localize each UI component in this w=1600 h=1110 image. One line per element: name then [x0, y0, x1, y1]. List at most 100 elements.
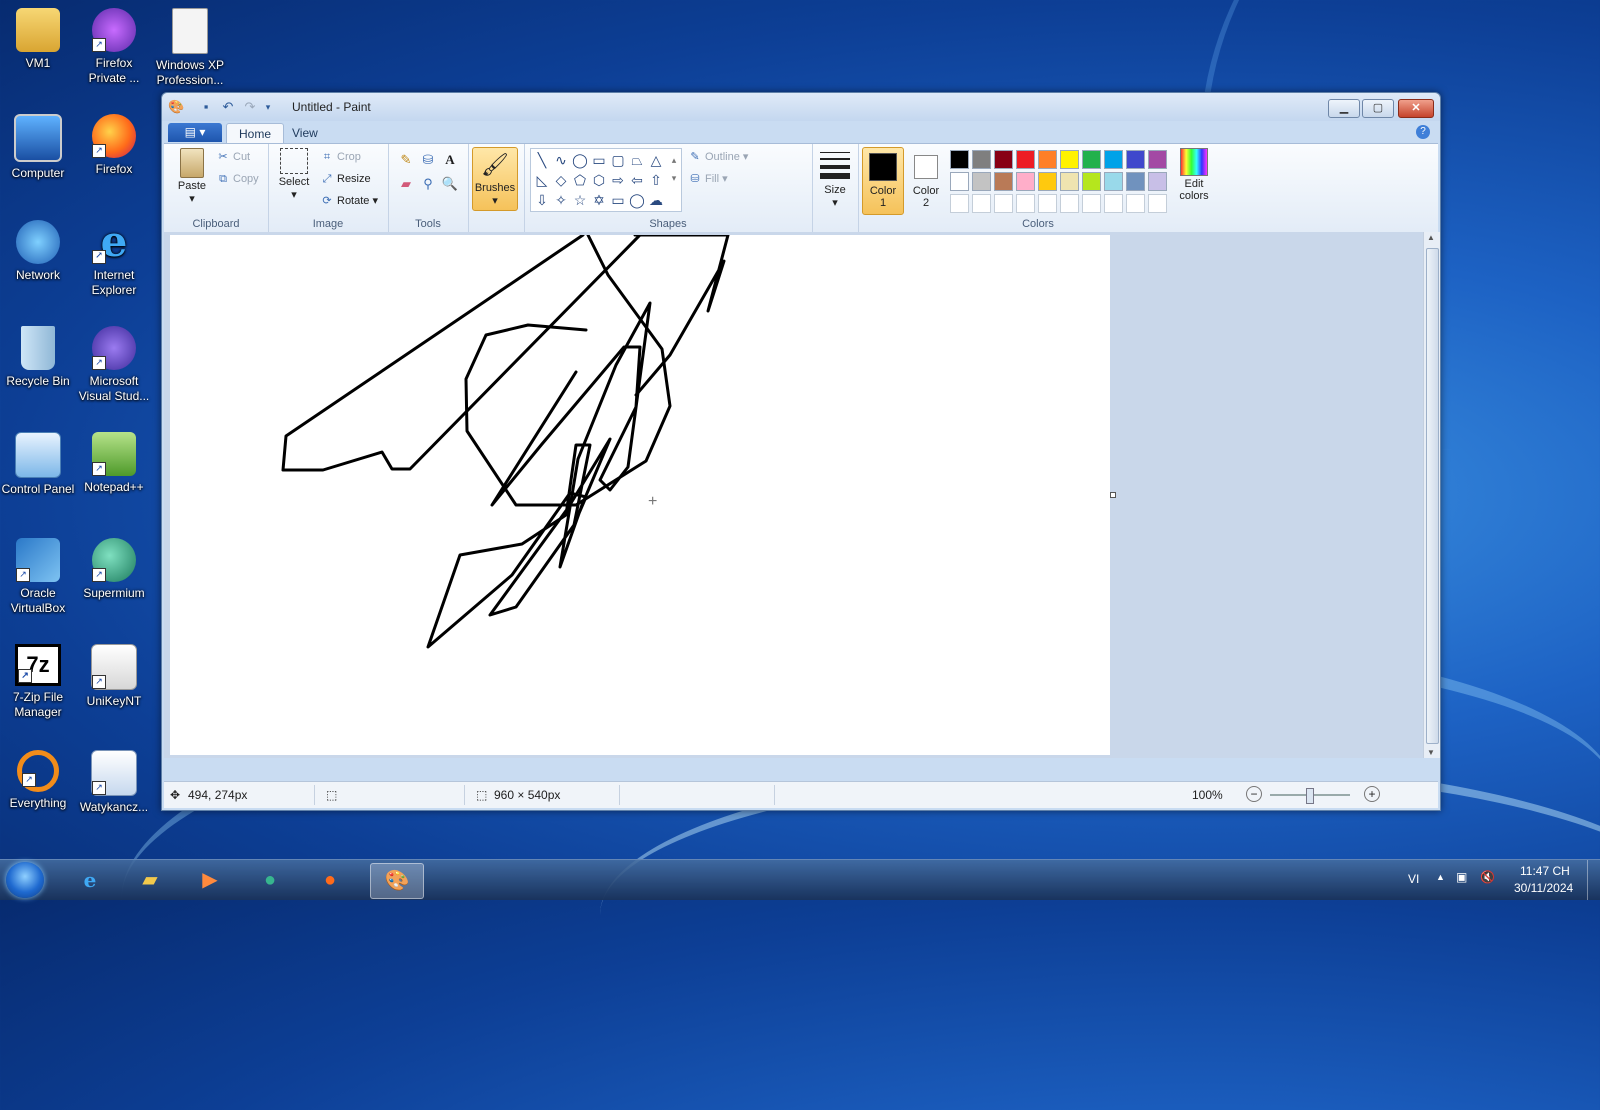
- eraser-icon[interactable]: ▰: [396, 174, 416, 194]
- paint-app-icon[interactable]: 🎨: [168, 99, 184, 115]
- paint-menu-button[interactable]: ▤ ▾: [168, 123, 222, 142]
- tab-view[interactable]: View: [280, 123, 330, 143]
- clock-time[interactable]: 11:47 CH: [1520, 864, 1570, 878]
- palette-swatch[interactable]: [1060, 172, 1079, 191]
- vertical-scrollbar[interactable]: ▲ ▼: [1423, 232, 1440, 758]
- taskbar-media-player[interactable]: ▶: [184, 863, 236, 897]
- customize-quick-access-icon[interactable]: ▾: [260, 99, 276, 115]
- triangle-shape-icon[interactable]: △: [647, 151, 665, 169]
- custom-color-slot[interactable]: [1038, 194, 1057, 213]
- up-arrow-shape-icon[interactable]: ⇧: [647, 171, 665, 189]
- language-indicator[interactable]: VI: [1408, 872, 1419, 886]
- select-button[interactable]: Select ▾: [274, 148, 314, 201]
- rounded-rectangle-shape-icon[interactable]: ▢: [609, 151, 627, 169]
- diamond-shape-icon[interactable]: ◇: [552, 171, 570, 189]
- zoom-in-icon[interactable]: +: [1364, 786, 1380, 802]
- cloud-callout-shape-icon[interactable]: ☁: [647, 191, 665, 209]
- oval-shape-icon[interactable]: ◯: [571, 151, 589, 169]
- left-arrow-shape-icon[interactable]: ⇦: [628, 171, 646, 189]
- palette-swatch[interactable]: [1148, 150, 1167, 169]
- custom-color-slot[interactable]: [1148, 194, 1167, 213]
- network-tray-icon[interactable]: ▣: [1456, 870, 1467, 884]
- custom-color-slot[interactable]: [1082, 194, 1101, 213]
- custom-color-slot[interactable]: [972, 194, 991, 213]
- hexagon-shape-icon[interactable]: ⬡: [590, 171, 608, 189]
- scroll-down-icon[interactable]: ▼: [1427, 748, 1435, 757]
- text-tool-icon[interactable]: A: [440, 150, 460, 170]
- magnifier-icon[interactable]: 🔍: [440, 174, 460, 194]
- palette-swatch[interactable]: [1038, 150, 1057, 169]
- desktop-icon-control-panel[interactable]: Control Panel: [0, 432, 76, 497]
- desktop-icon-vm1[interactable]: VM1: [0, 8, 76, 71]
- clock-date[interactable]: 30/11/2024: [1514, 881, 1573, 895]
- rounded-callout-shape-icon[interactable]: ▭: [609, 191, 627, 209]
- right-triangle-shape-icon[interactable]: ◺: [533, 171, 551, 189]
- taskbar-file-explorer[interactable]: ▰: [124, 863, 176, 897]
- desktop-icon-supermium[interactable]: ↗ Supermium: [76, 538, 152, 601]
- copy-button[interactable]: ⧉ Copy: [216, 170, 259, 188]
- tab-home[interactable]: Home: [226, 123, 285, 144]
- down-arrow-shape-icon[interactable]: ⇩: [533, 191, 551, 209]
- custom-color-slot[interactable]: [994, 194, 1013, 213]
- right-arrow-shape-icon[interactable]: ⇨: [609, 171, 627, 189]
- undo-icon[interactable]: ↶: [220, 99, 236, 115]
- paste-button[interactable]: Paste ▾: [172, 148, 212, 205]
- palette-swatch[interactable]: [1082, 150, 1101, 169]
- desktop-icon-notepadpp[interactable]: ↗ Notepad++: [76, 432, 152, 495]
- curve-shape-icon[interactable]: ∿: [552, 151, 570, 169]
- taskbar-supermium[interactable]: ●: [244, 863, 296, 897]
- palette-swatch[interactable]: [1060, 150, 1079, 169]
- cut-button[interactable]: ✂ Cut: [216, 148, 250, 166]
- start-button[interactable]: [6, 862, 44, 898]
- drawing-canvas[interactable]: +: [170, 235, 1110, 755]
- fill-bucket-icon[interactable]: ⛁: [418, 150, 438, 170]
- color1-button[interactable]: Color 1: [862, 147, 904, 215]
- palette-swatch[interactable]: [1126, 150, 1145, 169]
- close-button[interactable]: ✕: [1398, 99, 1434, 118]
- show-hidden-icons[interactable]: ▲: [1436, 872, 1445, 882]
- palette-swatch[interactable]: [1082, 172, 1101, 191]
- desktop-icon-internet-explorer[interactable]: e ↗ Internet Explorer: [76, 220, 152, 298]
- desktop-icon-network[interactable]: Network: [0, 220, 76, 283]
- desktop-icon-recycle-bin[interactable]: Recycle Bin: [0, 326, 76, 389]
- custom-color-slot[interactable]: [1104, 194, 1123, 213]
- rotate-button[interactable]: ⟳ Rotate ▾: [320, 192, 378, 210]
- zoom-slider[interactable]: [1270, 788, 1350, 804]
- scroll-up-icon[interactable]: ▲: [1427, 233, 1435, 242]
- oval-callout-shape-icon[interactable]: ◯: [628, 191, 646, 209]
- palette-swatch[interactable]: [1104, 172, 1123, 191]
- palette-swatch[interactable]: [1016, 150, 1035, 169]
- palette-swatch[interactable]: [1148, 172, 1167, 191]
- desktop-icon-7zip[interactable]: 7z ↗ 7-Zip File Manager: [0, 644, 76, 720]
- volume-muted-icon[interactable]: 🔇: [1480, 870, 1495, 884]
- four-point-star-shape-icon[interactable]: ✧: [552, 191, 570, 209]
- resize-button[interactable]: ⤢ Resize: [320, 170, 371, 188]
- color2-button[interactable]: Color 2: [906, 147, 946, 213]
- brushes-button[interactable]: 🖌 Brushes ▾: [472, 147, 518, 211]
- palette-swatch[interactable]: [950, 150, 969, 169]
- six-point-star-shape-icon[interactable]: ✡: [590, 191, 608, 209]
- desktop-icon-windows-xp[interactable]: Windows XP Profession...: [152, 8, 228, 88]
- palette-swatch[interactable]: [1126, 172, 1145, 191]
- palette-swatch[interactable]: [994, 150, 1013, 169]
- shapes-scroll-icon[interactable]: ▴ ▾: [665, 151, 683, 183]
- canvas-workspace[interactable]: +: [164, 232, 1424, 758]
- desktop-icon-firefox-private[interactable]: ↗ Firefox Private ...: [76, 8, 152, 86]
- palette-swatch[interactable]: [994, 172, 1013, 191]
- palette-swatch[interactable]: [972, 150, 991, 169]
- color-picker-icon[interactable]: ⚲: [418, 174, 438, 194]
- pentagon-shape-icon[interactable]: ⬠: [571, 171, 589, 189]
- palette-swatch[interactable]: [1016, 172, 1035, 191]
- custom-color-slot[interactable]: [1060, 194, 1079, 213]
- redo-icon[interactable]: ↷: [242, 99, 258, 115]
- palette-swatch[interactable]: [1038, 172, 1057, 191]
- polygon-shape-icon[interactable]: ⏢: [628, 151, 646, 169]
- edit-colors-button[interactable]: Edit colors: [1174, 148, 1214, 202]
- desktop-icon-watykancz[interactable]: ↗ Watykancz...: [76, 750, 152, 815]
- desktop-icon-firefox[interactable]: ↗ Firefox: [76, 114, 152, 177]
- fill-button[interactable]: ⛁ Fill ▾: [688, 170, 727, 188]
- taskbar-paint[interactable]: 🎨: [370, 863, 424, 899]
- crop-button[interactable]: ⌗ Crop: [320, 148, 361, 166]
- desktop-icon-virtualbox[interactable]: ↗ Oracle VirtualBox: [0, 538, 76, 616]
- custom-color-slot[interactable]: [950, 194, 969, 213]
